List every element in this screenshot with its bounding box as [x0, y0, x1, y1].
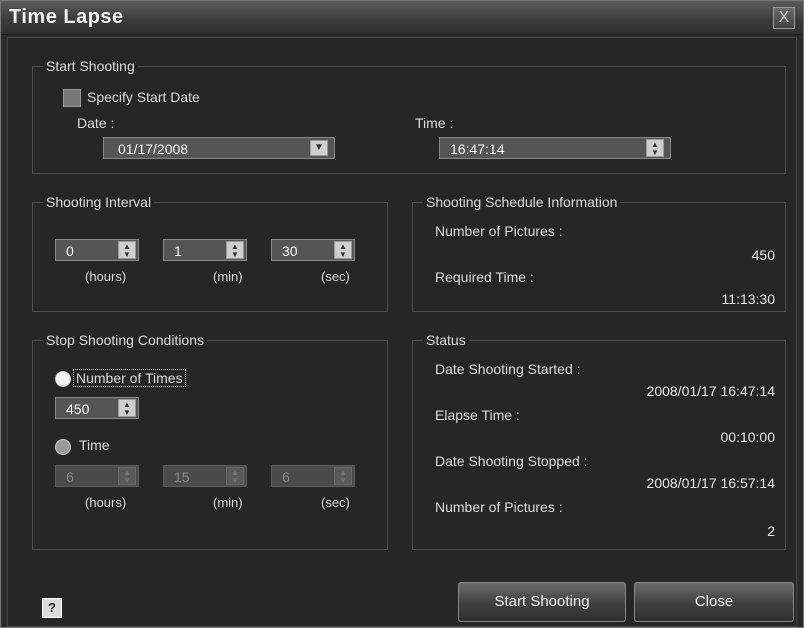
- chevron-down-icon[interactable]: ▼: [310, 140, 328, 156]
- spinner-icon: ▲ ▼: [118, 467, 136, 485]
- start-time-spinner[interactable]: 16:47:14 ▲ ▼: [439, 137, 671, 159]
- elapse-time-label: Elapse Time :: [435, 407, 520, 423]
- stop-conditions-group: Stop Shooting Conditions Number of Times…: [32, 332, 388, 550]
- interval-sec-spinner[interactable]: 30 ▲ ▼: [271, 239, 355, 261]
- interval-min-value: 1: [174, 243, 182, 259]
- interval-min-unit: (min): [213, 269, 243, 284]
- spinner-icon: ▲ ▼: [334, 467, 352, 485]
- spinner-icon: ▲ ▼: [226, 467, 244, 485]
- stop-min-value: 15: [174, 469, 190, 485]
- dialog-body: Start Shooting Specify Start Date Date :…: [7, 37, 797, 627]
- date-started-value: 2008/01/17 16:47:14: [646, 383, 775, 399]
- status-num-pictures-label: Number of Pictures :: [435, 499, 563, 515]
- stop-min-unit: (min): [213, 495, 243, 510]
- status-num-pictures-value: 2: [767, 523, 775, 539]
- schedule-num-pictures-label: Number of Pictures :: [435, 223, 563, 239]
- date-stopped-value: 2008/01/17 16:57:14: [646, 475, 775, 491]
- time-radio-label[interactable]: Time: [79, 437, 110, 453]
- window-title: Time Lapse: [9, 6, 124, 28]
- spinner-icon[interactable]: ▲ ▼: [226, 241, 244, 259]
- number-of-times-spinner[interactable]: 450 ▲ ▼: [55, 397, 139, 419]
- shooting-interval-group: Shooting Interval 0 ▲ ▼ 1 ▲ ▼ 30 ▲ ▼ (hours…: [32, 194, 388, 312]
- time-radio[interactable]: [55, 439, 71, 455]
- required-time-label: Required Time :: [435, 269, 534, 285]
- time-lapse-dialog: Time Lapse X Start Shooting Specify Star…: [0, 0, 804, 628]
- stop-hours-unit: (hours): [85, 495, 127, 510]
- interval-hours-unit: (hours): [85, 269, 127, 284]
- specify-start-date-label: Specify Start Date: [87, 89, 200, 105]
- specify-start-date-checkbox[interactable]: [63, 89, 81, 107]
- spinner-icon[interactable]: ▲ ▼: [118, 399, 136, 417]
- interval-hours-spinner[interactable]: 0 ▲ ▼: [55, 239, 139, 261]
- title-bar: Time Lapse X: [1, 1, 803, 35]
- status-group: Status Date Shooting Started : 2008/01/1…: [412, 332, 786, 550]
- interval-min-spinner[interactable]: 1 ▲ ▼: [163, 239, 247, 261]
- number-of-times-value: 450: [66, 401, 90, 417]
- start-shooting-group: Start Shooting Specify Start Date Date :…: [32, 58, 786, 174]
- elapse-time-value: 00:10:00: [720, 429, 776, 445]
- spinner-icon[interactable]: ▲ ▼: [646, 139, 664, 157]
- time-label: Time :: [415, 115, 454, 131]
- start-time-value: 16:47:14: [450, 141, 505, 157]
- stop-min-spinner: 15 ▲ ▼: [163, 465, 247, 487]
- interval-hours-value: 0: [66, 243, 74, 259]
- interval-sec-unit: (sec): [321, 269, 350, 284]
- interval-sec-value: 30: [282, 243, 298, 259]
- start-shooting-button[interactable]: Start Shooting: [458, 582, 626, 622]
- date-value: 01/17/2008: [118, 141, 189, 157]
- number-of-times-radio[interactable]: [55, 371, 71, 387]
- shooting-interval-legend: Shooting Interval: [43, 194, 155, 210]
- help-icon[interactable]: ?: [42, 598, 62, 618]
- stop-sec-value: 6: [282, 469, 290, 485]
- schedule-info-legend: Shooting Schedule Information: [423, 194, 621, 210]
- stop-hours-value: 6: [66, 469, 74, 485]
- schedule-info-group: Shooting Schedule Information Number of …: [412, 194, 786, 312]
- stop-sec-unit: (sec): [321, 495, 350, 510]
- stop-sec-spinner: 6 ▲ ▼: [271, 465, 355, 487]
- stop-conditions-legend: Stop Shooting Conditions: [43, 332, 207, 348]
- close-button[interactable]: Close: [634, 582, 794, 622]
- status-legend: Status: [423, 332, 469, 348]
- schedule-num-pictures-value: 450: [751, 247, 775, 263]
- start-shooting-legend: Start Shooting: [43, 58, 138, 74]
- required-time-value: 11:13:30: [721, 291, 775, 307]
- close-icon[interactable]: X: [773, 7, 795, 29]
- spinner-icon[interactable]: ▲ ▼: [118, 241, 136, 259]
- number-of-times-label[interactable]: Number of Times: [73, 369, 186, 387]
- date-stopped-label: Date Shooting Stopped :: [435, 453, 588, 469]
- date-combo[interactable]: 01/17/2008 ▼: [103, 137, 335, 159]
- date-label: Date :: [77, 115, 115, 131]
- date-started-label: Date Shooting Started :: [435, 361, 581, 377]
- spinner-icon[interactable]: ▲ ▼: [334, 241, 352, 259]
- stop-hours-spinner: 6 ▲ ▼: [55, 465, 139, 487]
